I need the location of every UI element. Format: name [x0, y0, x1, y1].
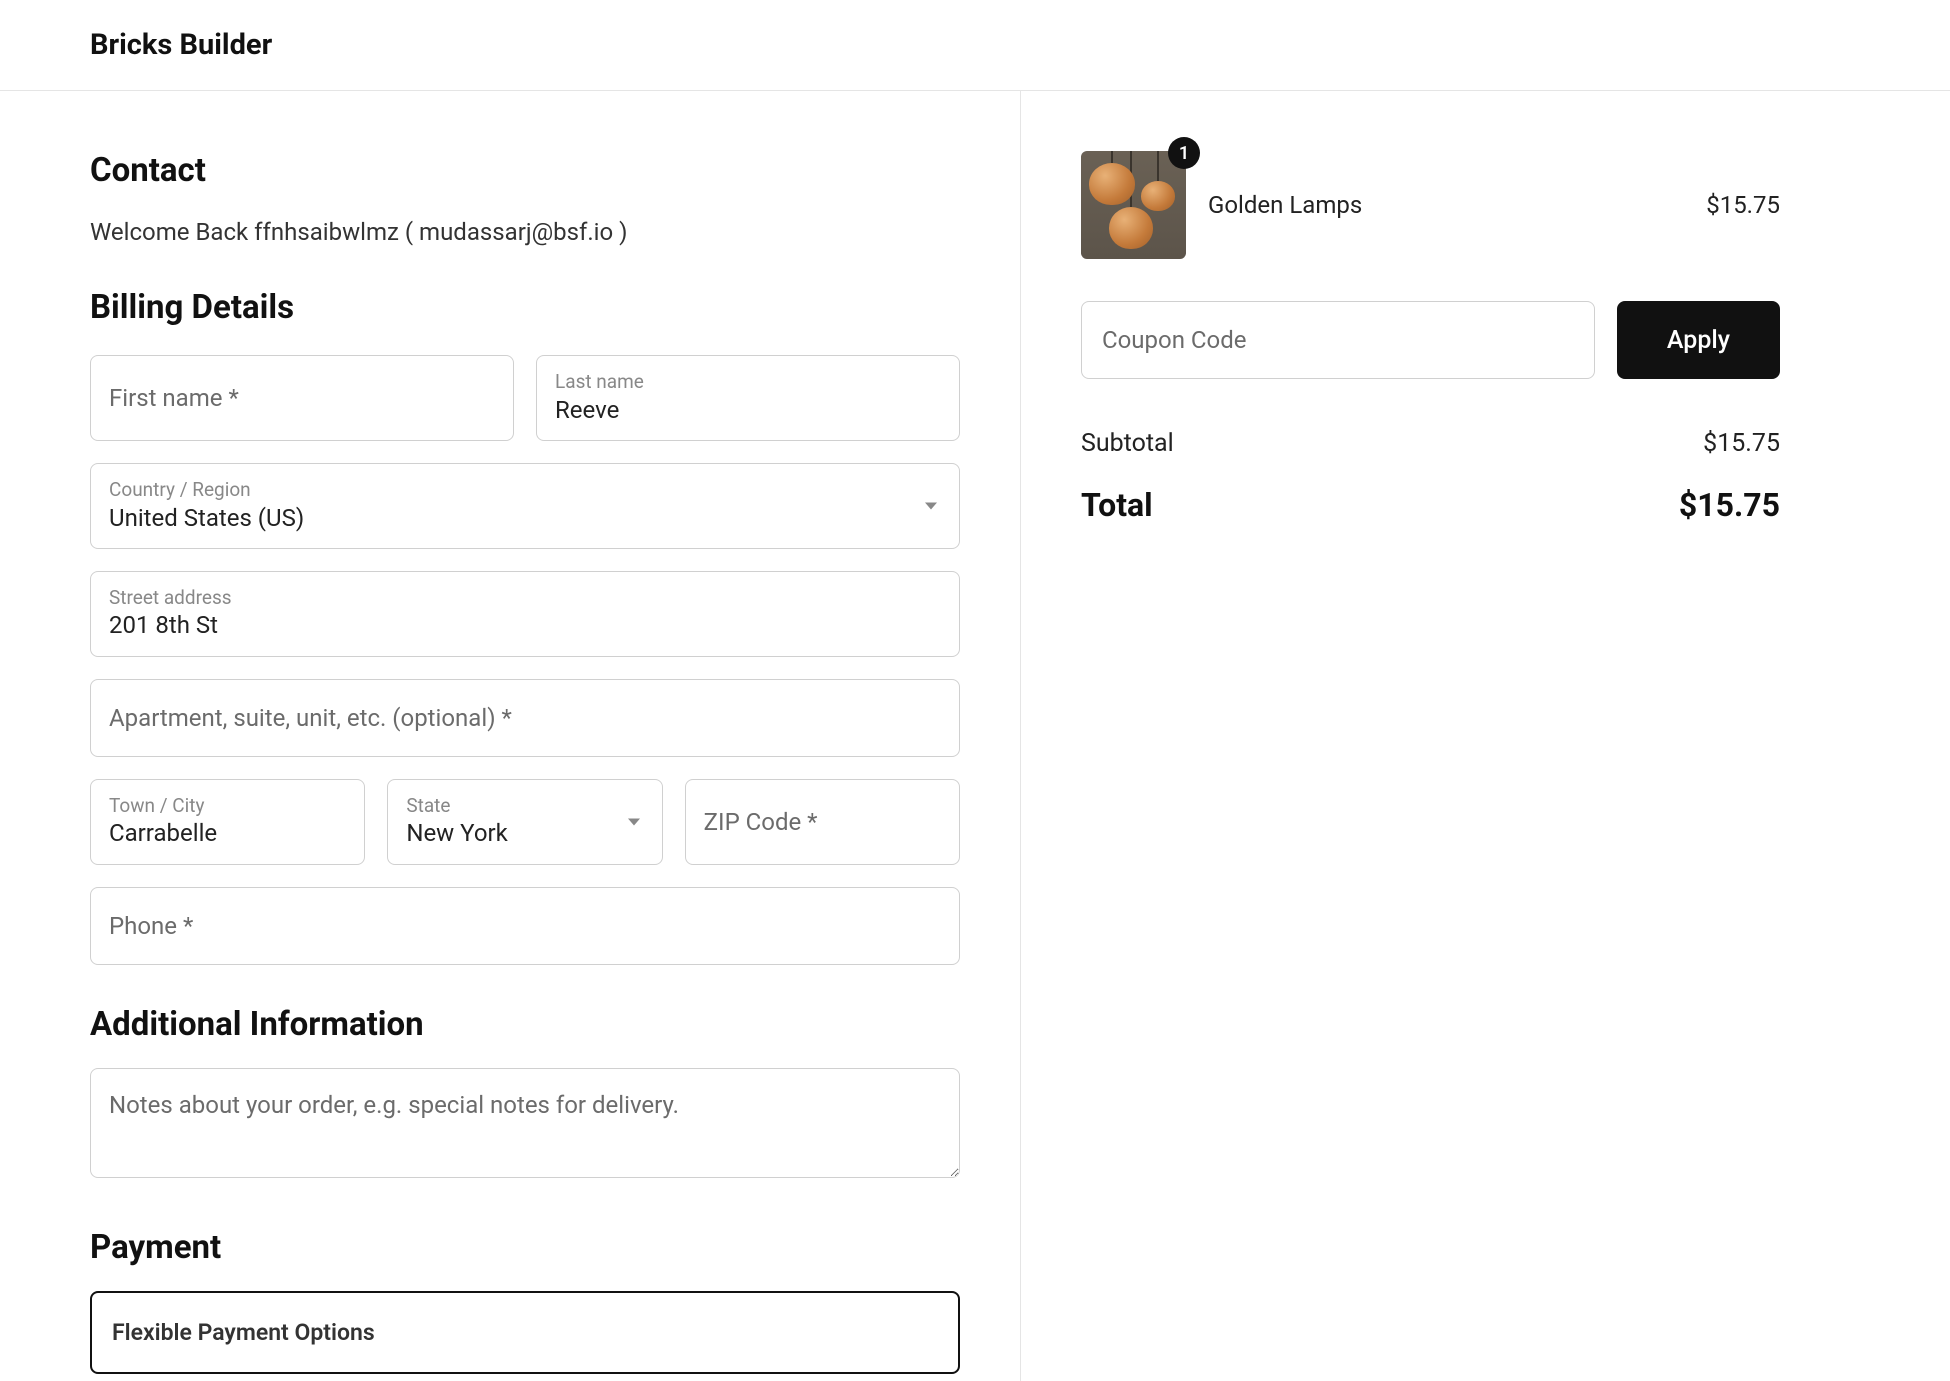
zip-label: ZIP Code *: [704, 808, 941, 836]
cart-item-price: $15.75: [1706, 191, 1780, 219]
state-field[interactable]: State New York: [387, 779, 662, 865]
payment-option[interactable]: Flexible Payment Options: [90, 1291, 960, 1374]
payment-heading: Payment: [90, 1228, 960, 1267]
state-value: New York: [406, 818, 643, 849]
brand-title: Bricks Builder: [90, 28, 1860, 62]
coupon-row: Apply: [1081, 301, 1780, 379]
checkout-form-column: Contact Welcome Back ffnhsaibwlmz ( muda…: [0, 91, 1020, 1381]
street-field[interactable]: Street address: [90, 571, 960, 657]
country-label: Country / Region: [109, 478, 941, 503]
subtotal-row: Subtotal $15.75: [1081, 429, 1780, 458]
first-name-label: First name *: [109, 384, 495, 412]
subtotal-value: $15.75: [1703, 429, 1780, 458]
last-name-field[interactable]: Last name: [536, 355, 960, 441]
main-content: Contact Welcome Back ffnhsaibwlmz ( muda…: [0, 91, 1950, 1381]
phone-field[interactable]: Phone *: [90, 887, 960, 965]
order-notes-textarea[interactable]: [90, 1068, 960, 1178]
first-name-field[interactable]: First name *: [90, 355, 514, 441]
chevron-down-icon: [925, 502, 937, 509]
cart-item: 1 Golden Lamps $15.75: [1081, 151, 1780, 259]
last-name-input[interactable]: [555, 395, 941, 426]
country-field[interactable]: Country / Region United States (US): [90, 463, 960, 549]
contact-heading: Contact: [90, 151, 960, 190]
subtotal-label: Subtotal: [1081, 429, 1174, 458]
additional-info-heading: Additional Information: [90, 1005, 960, 1044]
city-field[interactable]: Town / City: [90, 779, 365, 865]
total-value: $15.75: [1679, 486, 1780, 524]
city-input[interactable]: [109, 818, 346, 849]
total-row: Total $15.75: [1081, 486, 1780, 524]
apartment-field[interactable]: Apartment, suite, unit, etc. (optional) …: [90, 679, 960, 757]
city-label: Town / City: [109, 794, 346, 819]
country-value: United States (US): [109, 503, 941, 534]
chevron-down-icon: [628, 818, 640, 825]
header: Bricks Builder: [0, 0, 1950, 91]
order-summary-column: 1 Golden Lamps $15.75 Apply Subtotal $15…: [1020, 91, 1950, 1381]
billing-form: First name * Last name Country / Region …: [90, 355, 960, 965]
last-name-label: Last name: [555, 370, 941, 395]
cart-item-name: Golden Lamps: [1208, 191, 1684, 219]
product-thumbnail: [1081, 151, 1186, 259]
zip-field[interactable]: ZIP Code *: [685, 779, 960, 865]
street-input[interactable]: [109, 610, 941, 641]
street-label: Street address: [109, 586, 941, 611]
apartment-label: Apartment, suite, unit, etc. (optional) …: [109, 704, 941, 732]
billing-heading: Billing Details: [90, 288, 960, 327]
phone-label: Phone *: [109, 912, 941, 940]
welcome-back-text: Welcome Back ffnhsaibwlmz ( mudassarj@bs…: [90, 218, 960, 246]
product-thumbnail-wrap: 1: [1081, 151, 1186, 259]
apply-button[interactable]: Apply: [1617, 301, 1780, 379]
total-label: Total: [1081, 486, 1153, 524]
coupon-input[interactable]: [1081, 301, 1595, 379]
state-label: State: [406, 794, 643, 819]
quantity-badge: 1: [1168, 137, 1200, 169]
